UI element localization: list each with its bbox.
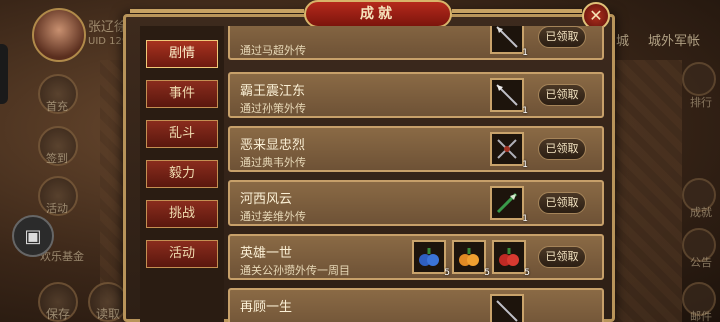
achievement-desc: 通过孙策外传 [240,102,306,115]
assistive-touch-icon[interactable]: ▣ [12,215,54,257]
reward-slot[interactable]: 1 [490,186,528,224]
reward-count: 5 [524,268,530,278]
spear-icon [496,26,518,48]
tab-perseverance[interactable]: 毅力 [146,160,218,188]
claimed-button[interactable]: 已领取 [538,138,586,160]
tab-activity[interactable]: 活动 [146,240,218,268]
first-recharge-label: 首充 [46,100,68,113]
city-tab[interactable]: 城 [616,30,629,49]
achievement-desc: 通过姜维外传 [240,210,306,223]
green-spear-icon [496,192,518,214]
achievement-row: 河西风云 通过姜维外传 1 已领取 [228,180,604,226]
achievement-desc: 通过马超外传 [240,44,306,57]
blue-fruit-icon [419,248,439,266]
reward-slot[interactable]: 5 [412,240,450,278]
game-screen: 张辽徐航 UID 12926 首充 签到 活动 欢乐基金 保存 读取 城 城外军… [0,0,720,322]
tab-story[interactable]: 剧情 [146,40,218,68]
reward-slot[interactable]: 5 [452,240,490,278]
claimed-button[interactable]: 已领取 [538,192,586,214]
player-avatar[interactable] [32,8,86,62]
red-fruit-icon [499,248,519,266]
achievement-row: 英雄一世 通关公孙瓒外传一周目 5 5 5 已领取 [228,234,604,280]
reward-count: 1 [522,214,528,224]
spear-icon [496,84,518,106]
reward-count: 1 [522,106,528,116]
dual-halberd-icon [497,139,517,159]
tab-brawl[interactable]: 乱斗 [146,120,218,148]
achievement-desc: 通关公孙瓒外传一周目 [240,264,350,277]
claimed-button[interactable]: 已领取 [538,84,586,106]
achievement-row: 再顾一生 [228,288,604,322]
achievement-title: 河西风云 [240,192,293,207]
reward-slot[interactable]: 1 [490,78,528,116]
reward-slot[interactable]: 5 [492,240,530,278]
edge-handle[interactable] [0,44,8,104]
mail-label: 邮件 [690,310,712,322]
ranking-label: 排行 [690,96,712,109]
achievement-title: 再顾一生 [240,300,293,315]
reward-count: 1 [522,48,528,58]
ranking-button[interactable] [682,62,716,96]
notice-label: 公告 [690,256,712,269]
achievement-desc: 通过典韦外传 [240,156,306,169]
save-label: 保存 [46,307,71,321]
achievement-label: 成就 [690,206,712,219]
background-texture [612,60,682,322]
camp-tab[interactable]: 城外军帐 [648,30,700,49]
achievement-title: 恶来显忠烈 [240,138,306,153]
title-ornament [130,9,304,13]
reward-count: 5 [444,268,450,278]
events-label: 活动 [46,202,68,215]
checkin-label: 签到 [46,152,68,165]
reward-slot[interactable] [490,294,524,322]
tab-event[interactable]: 事件 [146,80,218,108]
claimed-button[interactable]: 已领取 [538,26,586,48]
spear-icon [496,300,518,322]
reward-slot[interactable]: 1 [490,132,528,170]
tab-challenge[interactable]: 挑战 [146,200,218,228]
dialog-title: 成就 [304,0,452,28]
achievement-row: 通过马超外传 1 已领取 [228,26,604,60]
achievement-title: 英雄一世 [240,246,293,261]
achievement-title: 霸王震江东 [240,84,306,99]
load-label: 读取 [96,307,121,321]
achievement-row: 霸王震江东 通过孙策外传 1 已领取 [228,72,604,118]
reward-count: 5 [484,268,490,278]
reward-count: 1 [522,160,528,170]
reward-slot[interactable]: 1 [490,26,528,58]
claimed-button[interactable]: 已领取 [538,246,586,268]
orange-fruit-icon [459,248,479,266]
achievement-list[interactable]: 通过马超外传 1 已领取 霸王震江东 通过孙策外传 1 已领取 恶来显忠烈 通过… [228,26,606,322]
title-ornament [452,9,582,13]
achievement-row: 恶来显忠烈 通过典韦外传 1 已领取 [228,126,604,172]
